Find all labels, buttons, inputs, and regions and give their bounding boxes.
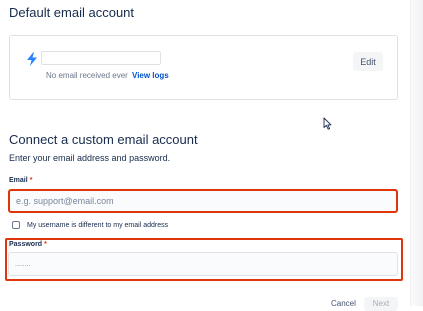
email-field-label: Email * bbox=[9, 177, 32, 184]
default-email-value bbox=[41, 51, 161, 65]
username-checkbox-label[interactable]: My username is different to my email add… bbox=[27, 222, 168, 229]
default-account-title: Default email account bbox=[9, 5, 135, 20]
view-logs-link[interactable]: View logs bbox=[132, 71, 169, 80]
password-label-text: Password bbox=[9, 241, 43, 248]
custom-account-subtitle: Enter your email address and password. bbox=[9, 153, 171, 163]
password-field-label: Password * bbox=[9, 241, 47, 248]
required-marker: * bbox=[44, 241, 47, 248]
lightning-bolt-icon bbox=[27, 52, 37, 66]
cancel-button[interactable]: Cancel bbox=[331, 299, 356, 308]
default-account-card: No email received ever View logs Edit bbox=[9, 35, 398, 100]
next-button[interactable]: Next bbox=[364, 297, 398, 311]
right-panel-edge bbox=[410, 0, 423, 306]
email-label-text: Email bbox=[9, 177, 28, 184]
username-checkbox-row[interactable]: My username is different to my email add… bbox=[12, 221, 168, 229]
username-checkbox[interactable] bbox=[12, 221, 20, 229]
mouse-pointer-icon bbox=[323, 117, 332, 130]
required-marker: * bbox=[29, 177, 33, 184]
edit-button[interactable]: Edit bbox=[353, 52, 383, 71]
email-field[interactable] bbox=[8, 189, 398, 213]
password-field[interactable] bbox=[8, 252, 398, 276]
custom-account-title: Connect a custom email account bbox=[9, 132, 198, 147]
email-status-text: No email received ever bbox=[46, 71, 128, 80]
